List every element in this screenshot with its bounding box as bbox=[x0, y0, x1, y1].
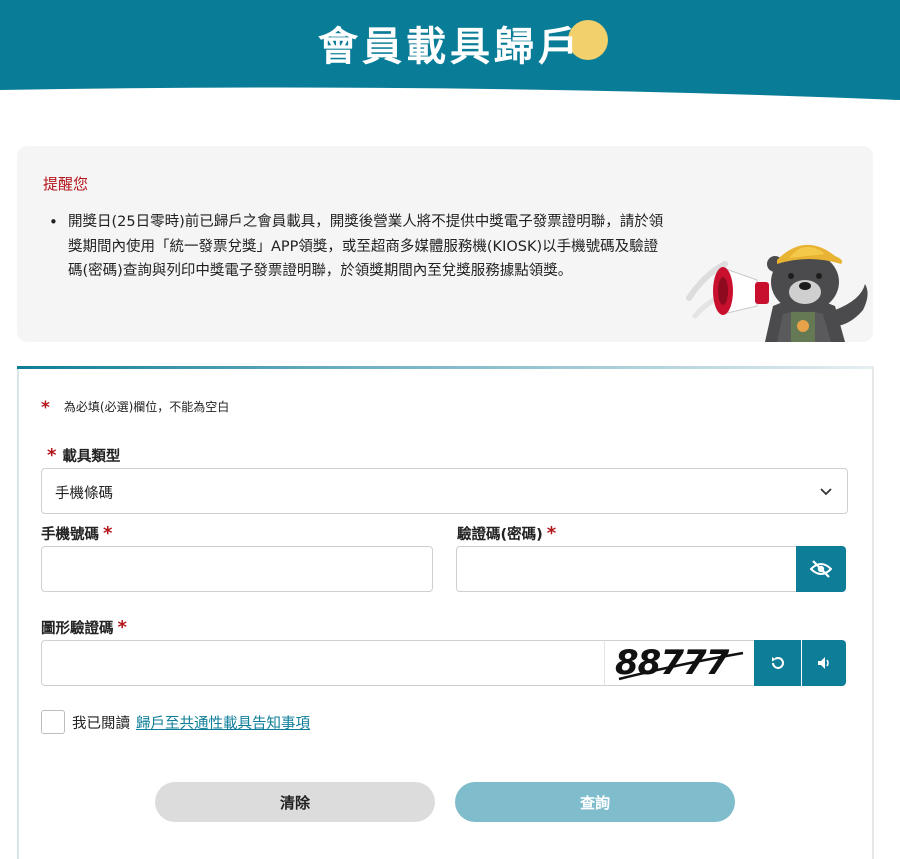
audio-captcha-button[interactable] bbox=[802, 640, 846, 686]
captcha-image: 88777 bbox=[604, 640, 754, 686]
required-star: * bbox=[47, 445, 57, 466]
captcha-input[interactable] bbox=[41, 640, 606, 686]
agree-label: 我已閱讀 bbox=[72, 716, 130, 732]
page-header: 會員載具歸戶 bbox=[0, 0, 900, 110]
required-star: * bbox=[117, 617, 127, 638]
megaphone-icon bbox=[713, 267, 769, 315]
captcha-label-text: 圖形驗證碼 bbox=[41, 621, 114, 637]
toggle-password-button[interactable] bbox=[796, 546, 846, 592]
agree-checkbox[interactable] bbox=[41, 710, 65, 734]
clear-button[interactable]: 清除 bbox=[155, 782, 435, 822]
verify-code-label-text: 驗證碼(密碼) bbox=[457, 527, 543, 543]
chevron-down-icon bbox=[820, 488, 832, 496]
refresh-captcha-button[interactable] bbox=[754, 640, 801, 686]
agree-text: 我已閱讀 歸戶至共通性載具告知事項 bbox=[72, 712, 310, 733]
phone-label: 手機號碼 * bbox=[41, 523, 112, 544]
required-star: * bbox=[546, 523, 557, 544]
form-top-divider bbox=[17, 366, 874, 369]
speaker-icon bbox=[818, 657, 829, 669]
verify-code-input[interactable] bbox=[456, 546, 798, 592]
bear-mascot-illustration bbox=[686, 244, 868, 342]
notice-title: 提醒您 bbox=[43, 175, 89, 193]
carrier-type-label-text: 載具類型 bbox=[62, 449, 121, 465]
carrier-form-panel bbox=[17, 366, 874, 859]
verify-code-label: 驗證碼(密碼) * bbox=[457, 523, 556, 544]
carrier-type-select[interactable]: 手機條碼 bbox=[41, 468, 848, 514]
required-note: * 為必填(必選)欄位，不能為空白 bbox=[41, 396, 230, 418]
notice-list: 開獎日(25日零時)前已歸戶之會員載具，開獎後營業人將不提供中獎電子發票證明聯，… bbox=[49, 210, 664, 284]
notice-item: 開獎日(25日零時)前已歸戶之會員載具，開獎後營業人將不提供中獎電子發票證明聯，… bbox=[49, 210, 664, 284]
carrier-type-selected: 手機條碼 bbox=[55, 486, 113, 502]
phone-label-text: 手機號碼 bbox=[41, 527, 99, 543]
captcha-label: 圖形驗證碼 * bbox=[41, 617, 127, 638]
query-button[interactable]: 查詢 bbox=[455, 782, 735, 822]
carrier-notice-link[interactable]: 歸戶至共通性載具告知事項 bbox=[136, 716, 310, 732]
page-title: 會員載具歸戶 bbox=[318, 24, 582, 70]
required-star: * bbox=[103, 523, 113, 544]
refresh-icon bbox=[771, 657, 784, 669]
eye-slash-icon bbox=[810, 560, 832, 578]
required-star: * bbox=[41, 398, 50, 418]
required-note-text: 為必填(必選)欄位，不能為空白 bbox=[63, 400, 230, 414]
carrier-type-label: * 載具類型 bbox=[47, 445, 120, 466]
phone-input[interactable] bbox=[41, 546, 433, 592]
reminder-notice: 提醒您 開獎日(25日零時)前已歸戶之會員載具，開獎後營業人將不提供中獎電子發票… bbox=[17, 146, 873, 342]
